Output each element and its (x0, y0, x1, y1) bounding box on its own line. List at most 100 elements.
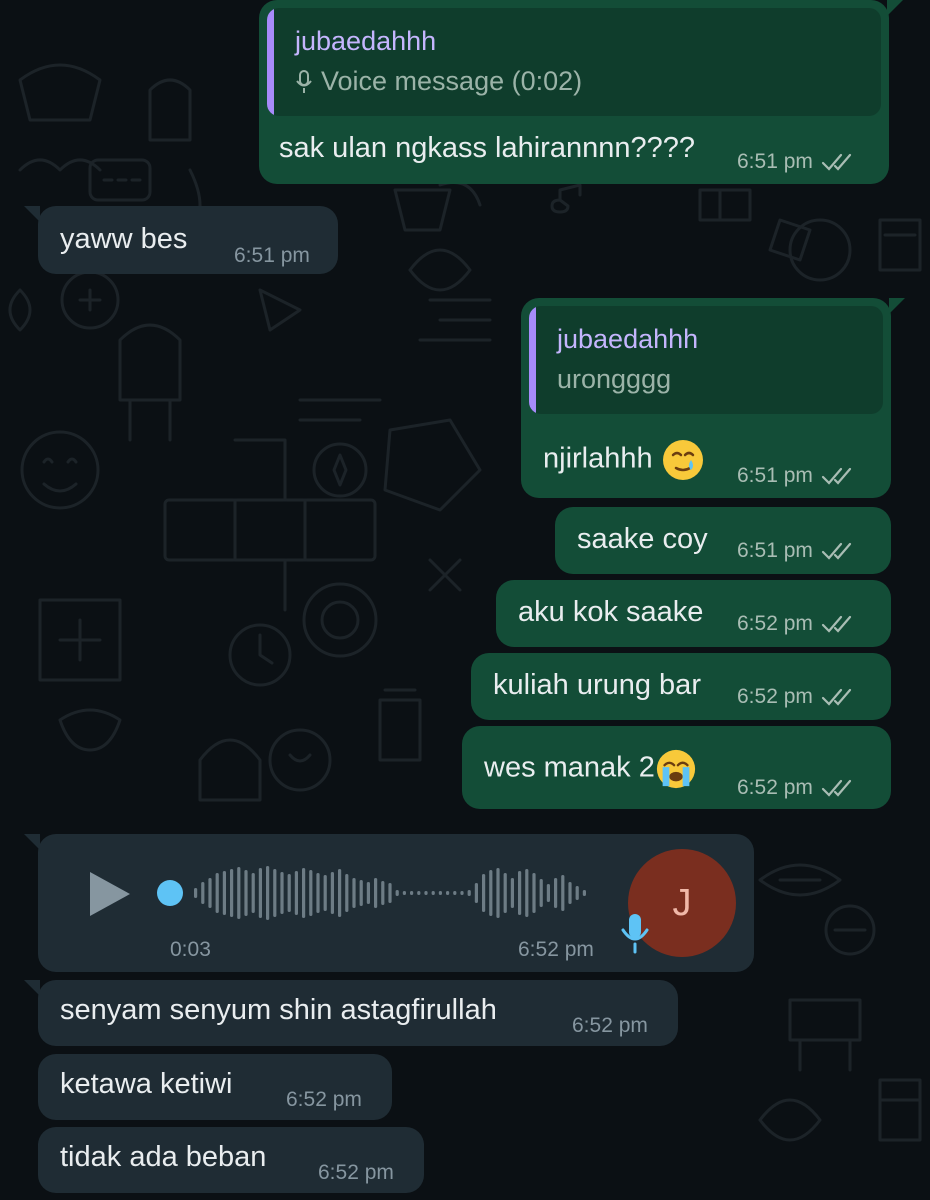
voice-duration: 0:03 (170, 938, 211, 961)
waveform-bar (309, 870, 313, 916)
message-meta: 6:51 pm (737, 464, 855, 488)
message-text: sak ulan ngkass lahirannnn???? (279, 132, 695, 164)
message-meta: 6:52 pm (318, 1161, 394, 1185)
double-check-icon (821, 615, 851, 633)
waveform-bar (417, 891, 421, 895)
waveform-bar (381, 881, 385, 905)
playback-position-dot[interactable] (157, 880, 183, 906)
message-text: ketawa ketiwi (60, 1068, 233, 1100)
message-time: 6:51 pm (234, 244, 310, 267)
waveform-bar (388, 883, 392, 903)
waveform-bar (266, 866, 270, 920)
waveform-bar (546, 884, 550, 902)
double-check-icon (821, 542, 851, 560)
message-time: 6:52 pm (518, 938, 594, 961)
message-bubble-outgoing[interactable]: saake coy 6:51 pm (555, 507, 891, 574)
message-meta: 6:52 pm (572, 1014, 648, 1038)
message-bubble-incoming[interactable]: ketawa ketiwi 6:52 pm (38, 1054, 392, 1120)
waveform-bar (431, 891, 435, 895)
message-text: yaww bes (60, 223, 188, 255)
message-bubble-outgoing[interactable]: jubaedahhh urongggg njirlahhh 6:51 pm (521, 298, 905, 498)
waveform-bar (424, 891, 428, 895)
message-bubble-outgoing[interactable]: jubaedahhh Voice message (0:02) sak ulan… (259, 0, 903, 184)
waveform-bar (323, 875, 327, 911)
message-time: 6:52 pm (737, 776, 813, 799)
message-meta: 6:52 pm (737, 685, 855, 709)
reply-preview: Voice message (0:02) (295, 66, 582, 97)
waveform-bar (237, 867, 241, 919)
waveform-bar (568, 882, 572, 904)
double-check-icon (821, 779, 851, 797)
waveform-bar (230, 869, 234, 917)
message-meta: 6:52 pm (737, 612, 855, 636)
waveform-bar (215, 873, 219, 913)
waveform-bar (194, 888, 198, 898)
waveform-bar (302, 868, 306, 918)
waveform-bar (280, 872, 284, 914)
double-check-icon (821, 467, 851, 485)
reply-accent-bar (529, 306, 536, 414)
waveform-bar (525, 869, 529, 917)
waveform-bar (561, 875, 565, 911)
waveform-bar (582, 890, 586, 896)
message-bubble-outgoing[interactable]: aku kok saake 6:52 pm (496, 580, 891, 647)
waveform-bar (222, 871, 226, 915)
reply-quote[interactable]: jubaedahhh Voice message (0:02) (267, 8, 881, 116)
waveform-bar (208, 878, 212, 908)
waveform-bar (366, 882, 370, 904)
waveform-bar (575, 886, 579, 900)
reply-quote[interactable]: jubaedahhh urongggg (529, 306, 883, 414)
voice-message-bubble[interactable]: 0:03 6:52 pm J (24, 834, 754, 972)
message-bubble-incoming[interactable]: yaww bes 6:51 pm (24, 206, 338, 274)
crying-face-with-tear-emoji (662, 440, 703, 480)
message-text-content: wes manak 2 (484, 751, 655, 784)
mic-icon (296, 69, 312, 93)
message-bubble-outgoing[interactable]: wes manak 2 6:52 pm (462, 726, 891, 809)
message-meta: 6:51 pm (234, 244, 310, 268)
reply-preview-text: urongggg (557, 364, 672, 394)
message-bubble-incoming[interactable]: tidak ada beban 6:52 pm (38, 1127, 424, 1193)
message-time: 6:52 pm (737, 612, 813, 635)
reply-accent-bar (267, 8, 274, 116)
waveform-bar (201, 882, 205, 904)
message-time: 6:51 pm (737, 464, 813, 487)
avatar-initial: J (672, 881, 692, 924)
message-time: 6:52 pm (572, 1014, 648, 1037)
message-text-content: njirlahhh (543, 442, 653, 475)
waveform-bar (460, 891, 464, 895)
waveform-bar (359, 880, 363, 906)
waveform-bar (489, 870, 493, 916)
message-meta: 6:52 pm (286, 1088, 362, 1112)
waveform-bar (446, 891, 450, 895)
reply-preview-text: Voice message (0:02) (321, 66, 583, 96)
waveform-bar (273, 869, 277, 917)
waveform-bar (352, 878, 356, 908)
waveform-bar (330, 872, 334, 914)
waveform-bar (554, 878, 558, 908)
waveform-bar (503, 873, 507, 913)
reply-preview: urongggg (557, 364, 671, 395)
message-meta: 6:51 pm (737, 150, 855, 174)
waveform-bar (251, 873, 255, 913)
waveform-bar (438, 891, 442, 895)
waveform-bar (510, 878, 514, 908)
voice-waveform[interactable] (150, 858, 610, 928)
message-meta: 6:52 pm (737, 776, 855, 800)
play-icon[interactable] (86, 868, 134, 920)
message-bubble-outgoing[interactable]: kuliah urung bar 6:52 pm (471, 653, 891, 720)
waveform-bar (345, 874, 349, 912)
message-text: saake coy (577, 523, 708, 555)
waveform-bar (453, 891, 457, 895)
double-check-icon (821, 153, 851, 171)
reply-author: jubaedahhh (557, 324, 699, 354)
waveform-bars (194, 866, 586, 920)
waveform-bar (294, 871, 298, 915)
mic-icon (621, 914, 649, 954)
message-bubble-incoming[interactable]: senyam senyum shin astagfirullah 6:52 pm (24, 980, 678, 1046)
waveform-bar (338, 869, 342, 917)
loudly-crying-face-emoji (656, 749, 695, 789)
message-text: kuliah urung bar (493, 669, 701, 701)
waveform-bar (467, 890, 471, 896)
waveform-bar (482, 874, 486, 912)
waveform-bar (395, 890, 399, 896)
